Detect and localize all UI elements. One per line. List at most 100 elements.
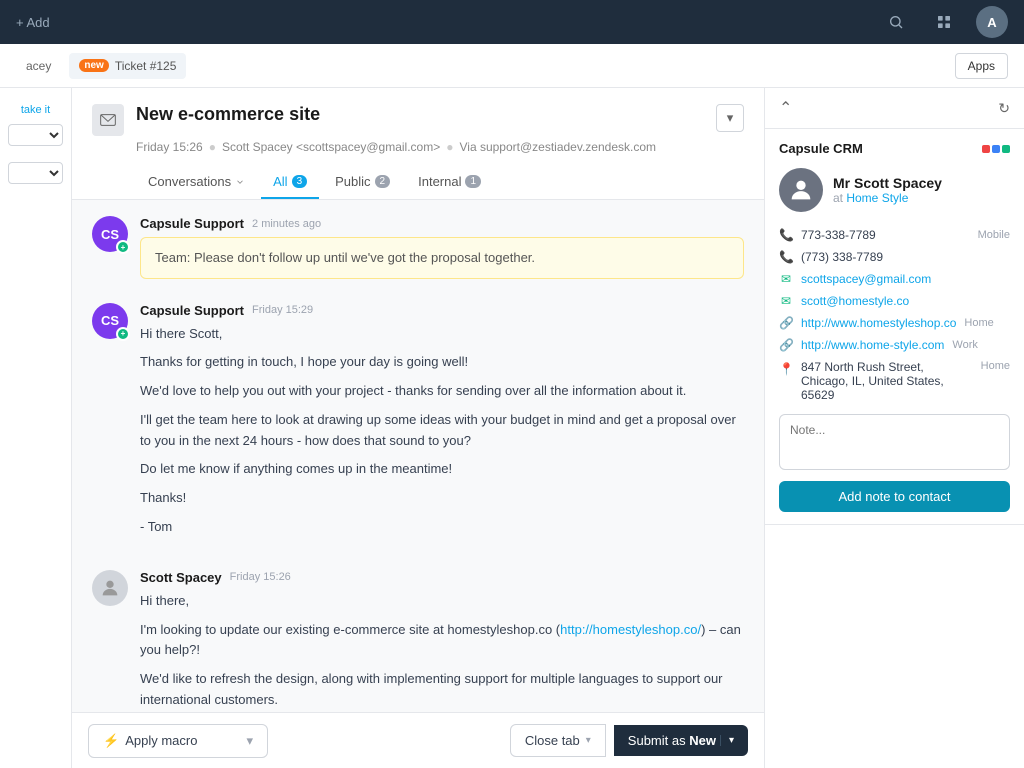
link-icon-1: 🔗 xyxy=(779,316,793,330)
tab-public-label: Public xyxy=(335,174,370,189)
ticket-header: New e-commerce site ▾ Friday 15:26 ● Sco… xyxy=(72,88,764,200)
apply-macro-label: Apply macro xyxy=(125,733,197,748)
message-time-3: Friday 15:26 xyxy=(230,571,291,583)
ticket-sender: Scott Spacey <scottspacey@gmail.com> xyxy=(222,140,440,154)
top-navigation: + Add A xyxy=(0,0,1024,44)
detail-website-2: 🔗 http://www.home-style.com Work xyxy=(779,334,1010,356)
message-group-3: Scott Spacey Friday 15:26 Hi there, I'm … xyxy=(92,570,744,712)
email-icon-1: ✉ xyxy=(779,272,793,286)
crm-logo-dot-2 xyxy=(992,145,1000,153)
message-time-2: Friday 15:29 xyxy=(252,304,313,316)
tab-internal-label: Internal xyxy=(418,174,461,189)
detail-website-1: 🔗 http://www.homestyleshop.co Home xyxy=(779,312,1010,334)
ticket-title: New e-commerce site xyxy=(136,104,704,125)
contact-org-link[interactable]: Home Style xyxy=(846,191,908,205)
contact-avatar xyxy=(779,168,823,212)
message-body-2: Hi there Scott, Thanks for getting in to… xyxy=(140,324,744,538)
left-sidebar: take it xyxy=(0,88,72,768)
homestyleshop-link[interactable]: http://homestyleshop.co/ xyxy=(560,622,701,637)
phone-alt-value: (773) 338-7789 xyxy=(801,250,1010,264)
website-1-link[interactable]: http://www.homestyleshop.co xyxy=(801,316,956,330)
message-header-3: Scott Spacey Friday 15:26 xyxy=(140,570,744,585)
messages-area: CS + Capsule Support 2 minutes ago Team:… xyxy=(72,200,764,712)
message-time-1: 2 minutes ago xyxy=(252,218,321,230)
email-1-link[interactable]: scottspacey@gmail.com xyxy=(801,272,931,286)
close-tab-label: Close tab xyxy=(525,733,580,748)
phone-icon-2: 📞 xyxy=(779,250,793,264)
right-panel-header: ⌃ ↻ xyxy=(765,88,1024,129)
tab-conversations[interactable]: Conversations xyxy=(136,166,257,199)
submit-chevron-icon: ▾ xyxy=(720,735,734,746)
tab-public[interactable]: Public 2 xyxy=(323,166,402,199)
main-layout: take it New e-commerce site ▾ Friday 15:… xyxy=(0,88,1024,768)
sidebar-dropdown-2[interactable] xyxy=(8,162,63,184)
message-header-2: Capsule Support Friday 15:29 xyxy=(140,303,744,318)
add-note-button[interactable]: Add note to contact xyxy=(779,481,1010,512)
ticket-tab-label: Ticket #125 xyxy=(115,59,177,73)
panel-collapse-button[interactable]: ⌃ xyxy=(779,98,792,118)
crm-title: Capsule CRM xyxy=(779,141,863,156)
address-value: 847 North Rush Street, Chicago, IL, Unit… xyxy=(801,360,973,402)
website-1-label: Home xyxy=(964,317,993,329)
message-content-1: Capsule Support 2 minutes ago Team: Plea… xyxy=(140,216,744,279)
avatar-user xyxy=(92,570,128,606)
message-header-1: Capsule Support 2 minutes ago xyxy=(140,216,744,231)
apply-macro-button[interactable]: ⚡ Apply macro ▾ xyxy=(88,724,268,758)
tab-public-count: 2 xyxy=(375,175,391,188)
tab-ticket[interactable]: new Ticket #125 xyxy=(69,53,186,79)
contact-row: Mr Scott Spacey at Home Style xyxy=(779,168,1010,212)
note-textarea[interactable] xyxy=(779,414,1010,470)
message-content-3: Scott Spacey Friday 15:26 Hi there, I'm … xyxy=(140,570,744,712)
take-it-link[interactable]: take it xyxy=(21,104,50,116)
avatar-badge-2: + xyxy=(116,327,130,341)
address-label: Home xyxy=(981,360,1010,372)
avatar-support-2: CS + xyxy=(92,303,128,339)
phone-icon-1: 📞 xyxy=(779,228,793,242)
user-avatar[interactable]: A xyxy=(976,6,1008,38)
crm-header: Capsule CRM xyxy=(779,141,1010,156)
close-tab-chevron-icon: ▾ xyxy=(586,735,591,746)
right-panel: ⌃ ↻ Capsule CRM Mr Scott Spacey at Home … xyxy=(764,88,1024,768)
tab-conversations-label: Conversations xyxy=(148,174,231,189)
macro-chevron-icon: ▾ xyxy=(246,733,253,749)
message-author-1: Capsule Support xyxy=(140,216,244,231)
ticket-badge: new xyxy=(79,59,108,72)
tab-user[interactable]: acey xyxy=(16,53,61,79)
tab-user-label: acey xyxy=(26,59,51,73)
apps-button[interactable]: Apps xyxy=(955,53,1008,79)
contact-name: Mr Scott Spacey xyxy=(833,175,942,191)
tab-internal-count: 1 xyxy=(465,175,481,188)
link-icon-2: 🔗 xyxy=(779,338,793,352)
crm-logo-dot-3 xyxy=(1002,145,1010,153)
sidebar-dropdown-1[interactable] xyxy=(8,124,63,146)
tab-bar: acey new Ticket #125 Apps xyxy=(0,44,1024,88)
phone-mobile-label: Mobile xyxy=(978,229,1010,241)
meta-dot-1: ● xyxy=(209,140,216,154)
contact-org: at Home Style xyxy=(833,191,942,205)
add-button[interactable]: + Add xyxy=(16,15,50,30)
message-content-2: Capsule Support Friday 15:29 Hi there Sc… xyxy=(140,303,744,546)
email-2-link[interactable]: scott@homestyle.co xyxy=(801,294,909,308)
website-2-label: Work xyxy=(952,339,977,351)
location-icon: 📍 xyxy=(779,362,793,376)
detail-address: 📍 847 North Rush Street, Chicago, IL, Un… xyxy=(779,356,1010,406)
avatar-badge: + xyxy=(116,240,130,254)
tab-all[interactable]: All 3 xyxy=(261,166,319,199)
grid-icon[interactable] xyxy=(928,6,960,38)
email-icon-2: ✉ xyxy=(779,294,793,308)
message-author-2: Capsule Support xyxy=(140,303,244,318)
close-tab-button[interactable]: Close tab ▾ xyxy=(510,724,606,757)
detail-phone-alt: 📞 (773) 338-7789 xyxy=(779,246,1010,268)
avatar-support-1: CS + xyxy=(92,216,128,252)
search-icon[interactable] xyxy=(880,6,912,38)
message-body-3: Hi there, I'm looking to update our exis… xyxy=(140,591,744,712)
message-author-3: Scott Spacey xyxy=(140,570,222,585)
tab-internal[interactable]: Internal 1 xyxy=(406,166,493,199)
ticket-dropdown-button[interactable]: ▾ xyxy=(716,104,744,132)
website-2-link[interactable]: http://www.home-style.com xyxy=(801,338,944,352)
submit-button[interactable]: Submit as New ▾ xyxy=(614,725,748,756)
panel-refresh-button[interactable]: ↻ xyxy=(998,100,1010,117)
contact-details: 📞 773-338-7789 Mobile 📞 (773) 338-7789 ✉… xyxy=(779,224,1010,414)
email-icon xyxy=(92,104,124,136)
tab-all-count: 3 xyxy=(292,175,308,188)
